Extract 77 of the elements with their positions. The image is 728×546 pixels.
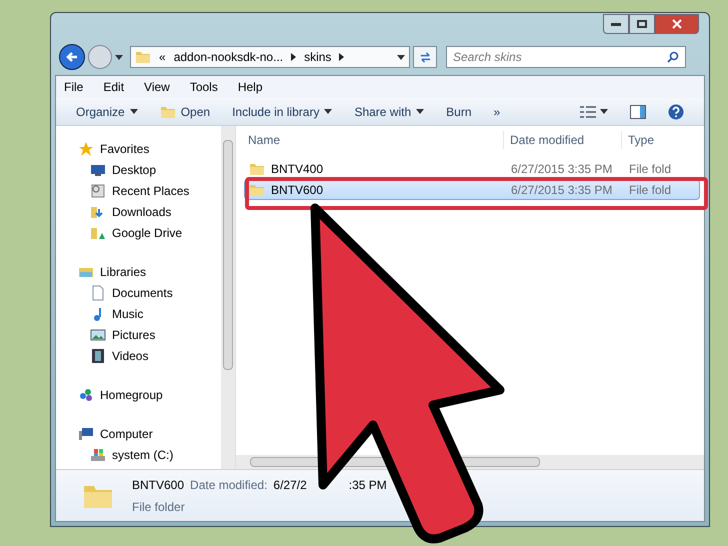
- sidebar-item[interactable]: Google Drive: [78, 222, 221, 243]
- sidebar-item[interactable]: Downloads: [78, 201, 221, 222]
- toolbar-button[interactable]: »: [494, 102, 500, 120]
- menu-item[interactable]: Tools: [190, 78, 218, 96]
- sidebar-item[interactable]: Pictures: [78, 324, 221, 345]
- sidebar-item[interactable]: Videos: [78, 345, 221, 366]
- search-input[interactable]: Search skins: [453, 48, 667, 66]
- caret-icon: [115, 54, 123, 60]
- sidebar-item[interactable]: Desktop: [78, 159, 221, 180]
- breadcrumb[interactable]: addon-nooksdk-no...: [174, 48, 284, 66]
- caret-icon: [397, 54, 405, 60]
- toolbar-button[interactable]: Include in library: [232, 102, 332, 120]
- star-icon: [78, 140, 94, 156]
- vertical-scrollbar[interactable]: [221, 126, 235, 469]
- recent-places-icon: [90, 182, 106, 198]
- toolbar-button[interactable]: Organize: [76, 102, 138, 120]
- refresh-arrows-icon: [418, 50, 432, 64]
- address-bar[interactable]: « addon-nooksdk-no... skins: [130, 46, 410, 68]
- details-type: File folder: [132, 498, 186, 516]
- toolbar-button[interactable]: Share with: [354, 102, 424, 120]
- file-name: BNTV400: [271, 160, 324, 178]
- menu-item[interactable]: File: [64, 78, 84, 96]
- sidebar-item[interactable]: system (C:): [78, 444, 221, 465]
- sidebar-item[interactable]: Music: [78, 303, 221, 324]
- type-cell-text: File fold: [628, 160, 672, 178]
- menu-item[interactable]: Help: [238, 78, 263, 96]
- chevron-icon: [339, 53, 344, 61]
- back-arrow-icon: [65, 50, 79, 64]
- details-label: Date modified:: [190, 476, 268, 494]
- menu-item[interactable]: Edit: [103, 78, 124, 96]
- toolbar-button[interactable]: Open: [160, 102, 210, 120]
- caret-icon: [600, 109, 608, 114]
- sidebar-group[interactable]: Computer: [78, 423, 221, 444]
- chevron-icon: [291, 53, 296, 61]
- picture-icon: [90, 326, 106, 342]
- computer-icon: [78, 426, 94, 442]
- breadcrumb[interactable]: skins: [304, 48, 332, 66]
- sidebar-item[interactable]: Documents: [78, 282, 221, 303]
- toolbar-button[interactable]: Burn: [446, 102, 472, 120]
- film-icon: [90, 348, 106, 364]
- column-header[interactable]: Name: [244, 131, 504, 149]
- caret-icon: [130, 109, 138, 114]
- address-overflow[interactable]: «: [159, 48, 166, 66]
- document-icon: [90, 284, 106, 300]
- folder-icon: [135, 49, 151, 65]
- column-header[interactable]: Date modified: [504, 131, 622, 149]
- scrollbar-thumb[interactable]: [223, 140, 233, 370]
- search-icon: [667, 51, 679, 63]
- details-date: 6/27/2: [273, 476, 307, 494]
- preview-pane-icon[interactable]: [630, 104, 646, 118]
- sidebar-item[interactable]: Recent Places: [78, 180, 221, 201]
- caret-icon: [324, 109, 332, 114]
- homegroup-icon: [78, 386, 94, 402]
- sidebar-group[interactable]: Libraries: [78, 261, 221, 282]
- details-name: BNTV600: [132, 476, 184, 494]
- back-button[interactable]: [59, 44, 85, 70]
- date-cell-text: 6/27/2015 3:35 PM: [510, 160, 614, 178]
- file-name: BNTV600: [271, 182, 324, 198]
- sidebar-group[interactable]: Favorites: [78, 138, 221, 159]
- details-date: :35 PM: [348, 476, 387, 494]
- column-header[interactable]: Type: [622, 131, 654, 149]
- sidebar-group[interactable]: Homegroup: [78, 384, 221, 405]
- type-cell-text: File fold: [628, 182, 672, 198]
- file-row[interactable]: BNTV600 6/27/2015 3:35 PM File fold: [244, 179, 700, 200]
- view-list-icon[interactable]: [580, 106, 596, 118]
- date-cell-text: 6/27/2015 3:35 PM: [510, 182, 614, 198]
- menu-item[interactable]: View: [144, 78, 170, 96]
- minimize-button[interactable]: [603, 14, 629, 34]
- close-button[interactable]: [655, 14, 699, 34]
- maximize-button[interactable]: [629, 14, 655, 34]
- close-icon: [672, 19, 682, 29]
- caret-icon: [416, 109, 424, 114]
- windows-drive-icon: [90, 446, 106, 462]
- search-field[interactable]: Search skins: [446, 46, 686, 68]
- refresh-button[interactable]: [413, 46, 437, 68]
- help-icon[interactable]: [668, 104, 684, 120]
- file-row[interactable]: BNTV400 6/27/2015 3:35 PM File fold: [244, 158, 700, 179]
